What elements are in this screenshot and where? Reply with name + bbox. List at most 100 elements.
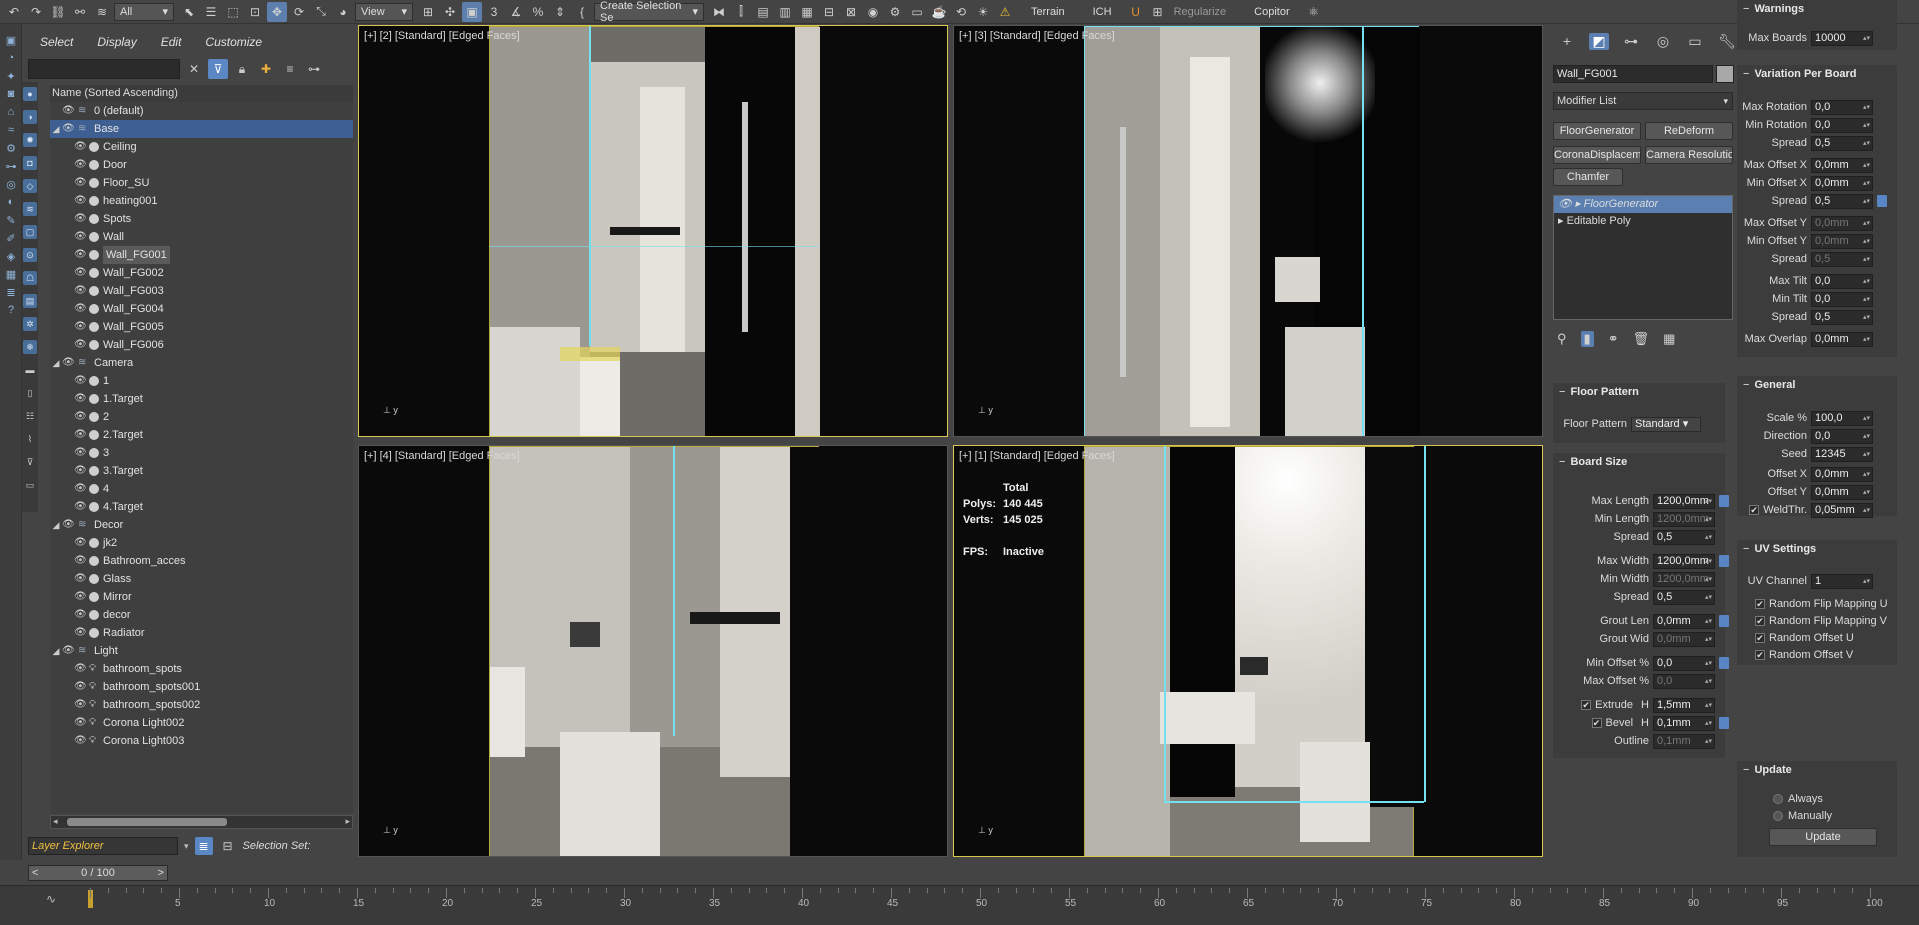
explorer-type-dropdown[interactable]: Layer Explorer xyxy=(28,837,178,855)
spinner-snap-icon[interactable]: ⇕ xyxy=(550,2,570,22)
uv-channel-field[interactable]: 1 xyxy=(1811,573,1873,589)
redo-icon[interactable]: ↷ xyxy=(26,2,46,22)
filter-all-icon[interactable]: ▯ xyxy=(23,386,37,400)
dropdown-arrow-icon[interactable]: ▾ xyxy=(184,841,189,852)
param-spinner[interactable]: 0,1mm xyxy=(1653,733,1715,749)
expand-toggle-icon[interactable]: ◢ xyxy=(50,354,62,372)
object-row[interactable]: 👁︎ 💡︎ bathroom_spots002 xyxy=(50,696,353,714)
visibility-eye-icon[interactable]: 👁︎ xyxy=(74,732,87,750)
object-row[interactable]: 👁︎ 1 xyxy=(50,372,353,390)
material-editor-icon[interactable]: ◉ xyxy=(863,2,883,22)
visibility-eye-icon[interactable]: 👁︎ xyxy=(74,372,87,390)
param-spinner[interactable]: 0,0mm xyxy=(1811,157,1873,173)
layer-stack-icon[interactable]: ≡ xyxy=(280,59,300,79)
object-color-swatch[interactable] xyxy=(1716,65,1734,83)
filter-hidden-icon[interactable]: ▬ xyxy=(23,363,37,377)
object-row[interactable]: 👁︎ 💡︎ Corona Light003 xyxy=(50,732,353,750)
viewport-label[interactable]: [+] [4] [Standard] [Edged Faces] xyxy=(364,450,520,462)
visibility-eye-icon[interactable]: 👁︎ xyxy=(74,606,87,624)
param-spinner[interactable]: 0,0 xyxy=(1811,291,1873,307)
object-row[interactable]: 👁︎ 1.Target xyxy=(50,390,353,408)
manually-radio[interactable] xyxy=(1773,811,1783,821)
param-spinner[interactable]: 0,5 xyxy=(1653,529,1715,545)
visibility-eye-icon[interactable]: 👁︎ xyxy=(74,624,87,642)
visibility-eye-icon[interactable]: 👁︎ xyxy=(74,660,87,678)
modify-tab-icon[interactable]: ◩ xyxy=(1589,32,1609,50)
viewport-label[interactable]: [+] [1] [Standard] [Edged Faces] xyxy=(959,450,1115,462)
snaps-toggle-icon[interactable]: 3 xyxy=(484,2,504,22)
param-spinner[interactable]: 12345 xyxy=(1811,446,1873,462)
reference-coord-dropdown[interactable]: View ▾ xyxy=(355,2,413,21)
coronadisplace-button[interactable]: CoronaDisplaceme xyxy=(1553,146,1641,164)
param-spinner[interactable]: 0,0mm xyxy=(1811,215,1873,231)
edit-named-selection-icon[interactable]: { xyxy=(572,2,592,22)
visibility-eye-icon[interactable]: 👁︎ xyxy=(74,390,87,408)
param-spinner[interactable]: 0,0 xyxy=(1811,273,1873,289)
link-lock-icon[interactable] xyxy=(1719,615,1729,627)
floor-pattern-title[interactable]: Floor Pattern xyxy=(1553,383,1725,401)
object-row[interactable]: 👁︎ Wall_FG001 xyxy=(50,246,353,264)
viewport-camera-3[interactable]: [+] [3] [Standard] [Edged Faces] ⊥ y xyxy=(953,25,1543,437)
param-spinner[interactable]: 0,0mm xyxy=(1811,175,1873,191)
visibility-eye-icon[interactable]: 👁︎ xyxy=(74,246,87,264)
link-lock-icon[interactable] xyxy=(1719,495,1729,507)
param-spinner[interactable]: 0,05mm xyxy=(1811,502,1873,518)
object-row[interactable]: 👁︎ 💡︎ bathroom_spots001 xyxy=(50,678,353,696)
param-spinner[interactable]: 0,0 xyxy=(1811,117,1873,133)
visibility-eye-icon[interactable]: 👁︎ xyxy=(74,714,87,732)
select-by-name-icon[interactable]: ☰ xyxy=(201,2,221,22)
visibility-eye-icon[interactable]: 👁︎ xyxy=(74,174,87,192)
next-frame-icon[interactable]: > xyxy=(158,867,167,879)
create-helpers-icon[interactable]: ⌂ xyxy=(3,104,19,120)
script-u-icon[interactable]: U xyxy=(1126,2,1146,22)
expand-toggle-icon[interactable]: ◢ xyxy=(50,516,62,534)
pivot-center-icon[interactable]: ⊞ xyxy=(418,2,438,22)
interactive-render-icon[interactable]: ☀ xyxy=(973,2,993,22)
visibility-eye-icon[interactable]: 👁︎ xyxy=(74,156,87,174)
max-boards-field[interactable]: 10000 xyxy=(1811,30,1873,46)
variation-title[interactable]: Variation Per Board xyxy=(1737,65,1897,83)
object-row[interactable]: 👁︎ Wall_FG004 xyxy=(50,300,353,318)
object-row[interactable]: 👁︎ decor xyxy=(50,606,353,624)
object-row[interactable]: 👁︎ 4.Target xyxy=(50,498,353,516)
warning-icon[interactable]: ⚠ xyxy=(995,2,1015,22)
make-unique-icon[interactable]: ⚭ xyxy=(1608,331,1619,347)
visibility-eye-icon[interactable]: 👁︎ xyxy=(74,264,87,282)
param-spinner[interactable]: 0,0mm xyxy=(1811,233,1873,249)
board-size-title[interactable]: Board Size xyxy=(1553,453,1725,471)
curve-editor-icon[interactable]: ⊟ xyxy=(819,2,839,22)
filter-shapes-icon[interactable]: ◑ xyxy=(23,110,37,124)
motion-tab-icon[interactable]: ◎ xyxy=(1653,33,1673,50)
tree-horizontal-scrollbar[interactable]: ◂ ▸ xyxy=(50,815,353,829)
visibility-eye-icon[interactable]: 👁︎ xyxy=(62,102,75,120)
visibility-bulb-icon[interactable]: 👁︎ xyxy=(1558,198,1572,210)
object-row[interactable]: 👁︎ Floor_SU xyxy=(50,174,353,192)
object-row[interactable]: 👁︎ 2 xyxy=(50,408,353,426)
undo-icon[interactable]: ↶ xyxy=(4,2,24,22)
selection-set-icon[interactable]: ⊟ xyxy=(219,837,237,855)
hierarchy-icon[interactable]: ⊶ xyxy=(3,158,19,174)
layers-icon[interactable]: ≣ xyxy=(3,284,19,300)
prev-frame-icon[interactable]: < xyxy=(29,867,38,879)
param-checkbox[interactable]: ✔ xyxy=(1591,718,1602,728)
remove-modifier-icon[interactable]: 🗑︎ xyxy=(1633,331,1650,347)
visibility-eye-icon[interactable]: 👁︎ xyxy=(74,408,87,426)
object-row[interactable]: 👁︎ Radiator xyxy=(50,624,353,642)
selection-filter-dropdown[interactable]: All ▾ xyxy=(114,2,174,21)
pin-stack-icon[interactable]: ⚲ xyxy=(1557,331,1567,347)
redeform-button[interactable]: ReDeform xyxy=(1645,122,1733,140)
display-tab-icon[interactable]: ▭ xyxy=(1685,33,1705,50)
link-lock-icon[interactable] xyxy=(1719,657,1729,669)
uv-checkbox[interactable]: ✔ xyxy=(1755,633,1765,643)
link-lock-icon[interactable] xyxy=(1877,195,1887,207)
param-checkbox[interactable]: ✔ xyxy=(1749,505,1760,515)
regularize-button[interactable]: Regularize xyxy=(1174,6,1227,18)
render-icon-left[interactable]: ◈ xyxy=(3,248,19,264)
menu-edit[interactable]: Edit xyxy=(161,35,182,49)
layer-row[interactable]: ◢ 👁︎ ≋ Camera xyxy=(50,354,353,372)
object-row[interactable]: 👁︎ 3 xyxy=(50,444,353,462)
object-row[interactable]: 👁︎ Wall_FG003 xyxy=(50,282,353,300)
visibility-eye-icon[interactable]: 👁︎ xyxy=(74,498,87,516)
rect-selection-icon[interactable]: ⬚ xyxy=(223,2,243,22)
filter-brush-icon[interactable]: ⌇ xyxy=(23,432,37,446)
